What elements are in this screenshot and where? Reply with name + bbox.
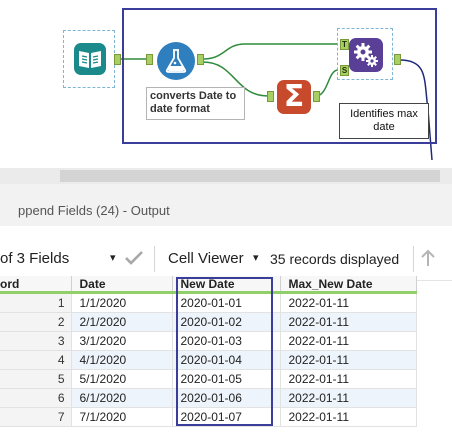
cell-max-new-date[interactable]: 2022-01-11 bbox=[280, 369, 417, 389]
table-row[interactable]: 2 2/1/2020 2020-01-02 2022-01-11 bbox=[0, 312, 417, 332]
cell-new-date[interactable]: 2020-01-02 bbox=[172, 312, 281, 332]
grid-header-row: ord Date New Date Max_New Date bbox=[0, 276, 417, 294]
fields-selector-label[interactable]: of 3 Fields bbox=[0, 250, 69, 267]
cell-new-date[interactable]: 2020-01-03 bbox=[172, 331, 281, 351]
cell-new-date[interactable]: 2020-01-05 bbox=[172, 369, 281, 389]
record-number: 6 bbox=[0, 388, 72, 408]
record-number: 1 bbox=[0, 292, 72, 313]
check-icon[interactable] bbox=[124, 249, 144, 272]
results-panel-title: ppend Fields (24) - Output bbox=[18, 203, 170, 218]
table-row[interactable]: 3 3/1/2020 2020-01-03 2022-01-11 bbox=[0, 331, 417, 351]
cell-new-date[interactable]: 2020-01-06 bbox=[172, 388, 281, 408]
record-number: 7 bbox=[0, 407, 72, 427]
records-count: 35 records displayed bbox=[270, 251, 400, 267]
cell-max-new-date[interactable]: 2022-01-11 bbox=[280, 331, 417, 351]
cell-viewer-caret-icon[interactable]: ▾ bbox=[253, 251, 259, 264]
cell-new-date[interactable]: 2020-01-01 bbox=[172, 292, 281, 313]
cell-max-new-date[interactable]: 2022-01-11 bbox=[280, 312, 417, 332]
record-number: 2 bbox=[0, 312, 72, 332]
table-row[interactable]: 4 4/1/2020 2020-01-04 2022-01-11 bbox=[0, 350, 417, 370]
cell-new-date[interactable]: 2020-01-07 bbox=[172, 407, 281, 427]
cell-max-new-date[interactable]: 2022-01-11 bbox=[280, 292, 417, 313]
cell-date[interactable]: 4/1/2020 bbox=[71, 350, 173, 370]
cell-viewer-dropdown[interactable]: Cell Viewer bbox=[168, 250, 244, 267]
cell-max-new-date[interactable]: 2022-01-11 bbox=[280, 407, 417, 427]
cell-max-new-date[interactable]: 2022-01-11 bbox=[280, 388, 417, 408]
fields-dropdown-caret-icon[interactable]: ▾ bbox=[110, 251, 116, 264]
book-icon[interactable] bbox=[74, 43, 106, 75]
cell-new-date[interactable]: 2020-01-04 bbox=[172, 350, 281, 370]
column-header-record[interactable]: ord bbox=[0, 276, 72, 294]
cell-date[interactable]: 6/1/2020 bbox=[71, 388, 173, 408]
toolbar-divider bbox=[154, 246, 155, 272]
column-header-max-new-date[interactable]: Max_New Date bbox=[280, 276, 417, 294]
input-output-anchor[interactable] bbox=[114, 54, 121, 65]
cell-date[interactable]: 7/1/2020 bbox=[71, 407, 173, 427]
scrollbar-thumb[interactable] bbox=[60, 170, 440, 182]
table-row[interactable]: 6 6/1/2020 2020-01-06 2022-01-11 bbox=[0, 388, 417, 408]
up-arrow-icon[interactable] bbox=[420, 248, 436, 273]
record-number: 4 bbox=[0, 350, 72, 370]
results-grid[interactable]: ord Date New Date Max_New Date 1 1/1/202… bbox=[0, 276, 417, 427]
workflow-canvas[interactable]: converts Date to date format Σ T S Ident… bbox=[0, 0, 452, 168]
table-row[interactable]: 1 1/1/2020 2020-01-01 2022-01-11 bbox=[0, 292, 417, 313]
selection-rectangle bbox=[122, 8, 437, 144]
record-number: 5 bbox=[0, 369, 72, 389]
table-row[interactable]: 7 7/1/2020 2020-01-07 2022-01-11 bbox=[0, 407, 417, 427]
cell-date[interactable]: 5/1/2020 bbox=[71, 369, 173, 389]
column-header-new-date[interactable]: New Date bbox=[172, 276, 281, 294]
table-row[interactable]: 5 5/1/2020 2020-01-05 2022-01-11 bbox=[0, 369, 417, 389]
input-data-tool-frame[interactable] bbox=[63, 30, 115, 88]
cell-date[interactable]: 1/1/2020 bbox=[71, 292, 173, 313]
toolbar-divider bbox=[413, 246, 414, 272]
cell-max-new-date[interactable]: 2022-01-11 bbox=[280, 350, 417, 370]
cell-date[interactable]: 3/1/2020 bbox=[71, 331, 173, 351]
record-number: 3 bbox=[0, 331, 72, 351]
results-toolbar: of 3 Fields ▾ Cell Viewer ▾ 35 records d… bbox=[0, 238, 452, 281]
column-header-date[interactable]: Date bbox=[71, 276, 173, 294]
cell-date[interactable]: 2/1/2020 bbox=[71, 312, 173, 332]
